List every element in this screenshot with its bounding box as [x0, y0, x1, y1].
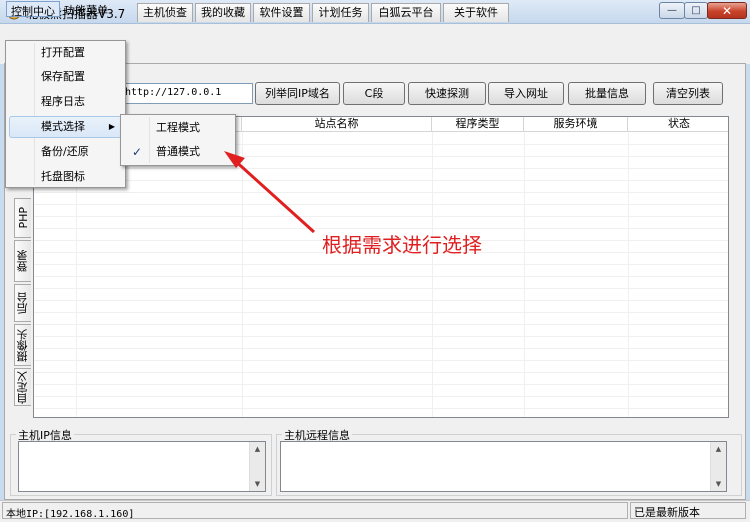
scroll-down-icon[interactable]: ▼ — [250, 477, 265, 491]
col-header-server-env[interactable]: 服务环境 — [524, 117, 628, 132]
table-row[interactable] — [34, 217, 728, 229]
menu-item-program-log[interactable]: 程序日志 — [9, 91, 122, 113]
table-row[interactable] — [34, 205, 728, 217]
ip-info-scrollbar[interactable]: ▲ ▼ — [249, 442, 265, 491]
remote-info-scrollbar[interactable]: ▲ ▼ — [710, 442, 726, 491]
menu-functions[interactable]: 功能菜单 — [60, 1, 112, 17]
mode-submenu: 工程模式 ✓ 普通模式 — [120, 114, 236, 166]
scroll-up-icon[interactable]: ▲ — [711, 442, 726, 456]
table-row[interactable] — [34, 349, 728, 361]
clear-list-button[interactable]: 清空列表 — [653, 82, 723, 105]
scroll-down-icon[interactable]: ▼ — [711, 477, 726, 491]
import-urls-button[interactable]: 导入网址 — [488, 82, 564, 105]
col-header-program-type[interactable]: 程序类型 — [432, 117, 524, 132]
menu-item-normal-mode[interactable]: ✓ 普通模式 — [124, 141, 232, 163]
target-url-input[interactable]: http://127.0.0.1 — [118, 83, 253, 104]
menu-item-open-config[interactable]: 打开配置 — [9, 42, 122, 64]
local-ip-status: 本地IP:[192.168.1.160] — [2, 502, 628, 520]
tab-host-recon[interactable]: 主机侦查 — [137, 3, 193, 22]
tab-settings[interactable]: 软件设置 — [253, 3, 310, 22]
batch-info-button[interactable]: 批量信息 — [568, 82, 646, 105]
close-button[interactable]: ✕ — [707, 2, 747, 19]
normal-mode-label: 普通模式 — [156, 145, 200, 158]
side-tab-camera[interactable]: 摄像头 — [14, 324, 31, 366]
checkmark-icon: ✓ — [132, 145, 143, 159]
side-tab-admin[interactable]: 后台 — [14, 284, 31, 322]
minimize-button[interactable]: — — [659, 2, 685, 19]
col-header-status[interactable]: 状态 — [628, 117, 728, 132]
tab-scheduled-tasks[interactable]: 计划任务 — [312, 3, 369, 22]
menu-item-tray-icon[interactable]: 托盘图标 — [9, 166, 122, 188]
submenu-arrow-icon: ▶ — [108, 122, 115, 131]
table-row[interactable] — [34, 301, 728, 313]
c-segment-button[interactable]: C段 — [343, 82, 405, 105]
menu-item-engineering-mode[interactable]: 工程模式 — [124, 117, 232, 139]
menu-control-center[interactable]: 控制中心 — [6, 1, 60, 18]
menu-item-backup-restore[interactable]: 备份/还原 — [9, 141, 122, 163]
table-row[interactable] — [34, 361, 728, 373]
tab-about[interactable]: 关于软件 — [443, 3, 509, 22]
quick-probe-button[interactable]: 快速探测 — [408, 82, 486, 105]
host-remote-info-text[interactable]: ▲ ▼ — [280, 441, 727, 492]
table-row[interactable] — [34, 181, 728, 193]
table-row[interactable] — [34, 337, 728, 349]
side-tab-php[interactable]: PHP — [14, 198, 31, 238]
tab-whitefox-cloud[interactable]: 白狐云平台 — [371, 3, 441, 22]
table-row[interactable] — [34, 169, 728, 181]
list-same-ip-button[interactable]: 列举同IP域名 — [255, 82, 340, 105]
table-row[interactable] — [34, 385, 728, 397]
maximize-button[interactable]: □ — [684, 2, 708, 19]
table-row[interactable] — [34, 397, 728, 409]
table-row[interactable] — [34, 277, 728, 289]
version-status: 已是最新版本 — [630, 502, 746, 519]
host-ip-info-text[interactable]: ▲ ▼ — [18, 441, 266, 492]
table-row[interactable] — [34, 289, 728, 301]
table-row[interactable] — [34, 373, 728, 385]
side-tab-custom[interactable]: 自定义 — [14, 368, 31, 406]
table-row[interactable] — [34, 313, 728, 325]
mode-select-label: 模式选择 — [41, 120, 85, 133]
table-row[interactable] — [34, 325, 728, 337]
table-row[interactable] — [34, 265, 728, 277]
menu-item-save-config[interactable]: 保存配置 — [9, 66, 122, 88]
table-row[interactable] — [34, 193, 728, 205]
annotation-text: 根据需求进行选择 — [322, 233, 482, 257]
control-center-menu: 打开配置 保存配置 程序日志 模式选择 ▶ 备份/还原 托盘图标 — [5, 40, 126, 188]
menu-item-mode-select[interactable]: 模式选择 ▶ — [9, 116, 122, 138]
side-tab-login[interactable]: 登录 — [14, 240, 31, 282]
tab-favorites[interactable]: 我的收藏 — [195, 3, 251, 22]
scroll-up-icon[interactable]: ▲ — [250, 442, 265, 456]
col-header-site-name[interactable]: 站点名称 — [242, 117, 432, 132]
